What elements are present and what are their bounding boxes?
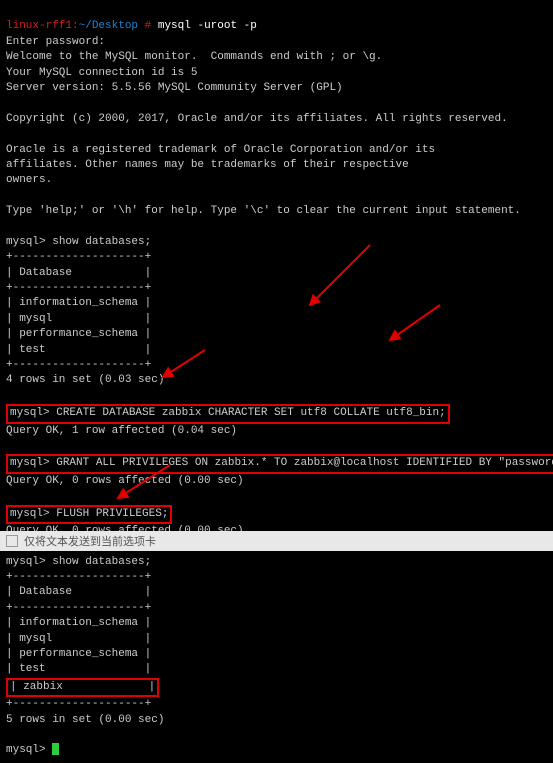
tbl-result: 4 rows in set (0.03 sec) — [6, 374, 164, 386]
mysql-prompt: mysql> — [6, 744, 52, 756]
line-tm2: affiliates. Other names may be trademark… — [6, 159, 409, 171]
line-welcome: Welcome to the MySQL monitor. Commands e… — [6, 51, 382, 63]
highlight-grant: mysql> GRANT ALL PRIVILEGES ON zabbix.* … — [6, 454, 553, 473]
tbl-result: 5 rows in set (0.00 sec) — [6, 714, 164, 726]
line-tm1: Oracle is a registered trademark of Orac… — [6, 144, 435, 156]
res-create: Query OK, 1 row affected (0.04 sec) — [6, 425, 237, 437]
tbl-row-zabbix: | zabbix | — [10, 681, 155, 693]
tbl-border: +--------------------+ — [6, 698, 151, 710]
line-copyright: Copyright (c) 2000, 2017, Oracle and/or … — [6, 113, 508, 125]
checkbox-icon[interactable] — [6, 535, 18, 547]
highlight-create: mysql> CREATE DATABASE zabbix CHARACTER … — [6, 404, 450, 423]
footer-text: 仅将文本发送到当前选项卡 — [24, 533, 156, 549]
cursor[interactable] — [52, 743, 59, 755]
cmd-grant: GRANT ALL PRIVILEGES ON zabbix.* TO zabb… — [56, 457, 553, 469]
mysql-prompt: mysql> — [6, 236, 52, 248]
tbl-border: +--------------------+ — [6, 359, 151, 371]
tbl-row: | mysql | — [6, 633, 151, 645]
res-grant: Query OK, 0 rows affected (0.00 sec) — [6, 475, 244, 487]
tbl-border: +--------------------+ — [6, 571, 151, 583]
line-conn-id: Your MySQL connection id is 5 — [6, 67, 197, 79]
line-server: Server version: 5.5.56 MySQL Community S… — [6, 82, 343, 94]
tbl-row: | test | — [6, 663, 151, 675]
cmd-show2: show databases; — [52, 556, 151, 568]
terminal-output[interactable]: linux-rff1:~/Desktop # mysql -uroot -p E… — [0, 0, 553, 763]
prompt-path: ~/Desktop — [79, 20, 138, 32]
cmd-flush: FLUSH PRIVILEGES; — [56, 508, 168, 520]
tbl-row: | performance_schema | — [6, 648, 151, 660]
cmd-show1: show databases; — [52, 236, 151, 248]
tbl-row: | information_schema | — [6, 297, 151, 309]
login-cmd: mysql -uroot -p — [158, 20, 257, 32]
tbl-header: | Database | — [6, 586, 151, 598]
tbl-row: | information_schema | — [6, 617, 151, 629]
tbl-header: | Database | — [6, 267, 151, 279]
prompt-host: linux-rff1 — [6, 20, 72, 32]
mysql-prompt: mysql> — [6, 556, 52, 568]
highlight-zabbix: | zabbix | — [6, 678, 159, 697]
line-tm3: owners. — [6, 174, 52, 186]
tbl-row: | performance_schema | — [6, 328, 151, 340]
tbl-border: +--------------------+ — [6, 251, 151, 263]
cmd-create: CREATE DATABASE zabbix CHARACTER SET utf… — [56, 407, 445, 419]
highlight-flush: mysql> FLUSH PRIVILEGES; — [6, 505, 172, 524]
line-help: Type 'help;' or '\h' for help. Type '\c'… — [6, 205, 521, 217]
footer-bar: 仅将文本发送到当前选项卡 — [0, 531, 553, 551]
tbl-border: +--------------------+ — [6, 282, 151, 294]
tbl-row: | test | — [6, 344, 151, 356]
line-enter-pw: Enter password: — [6, 36, 105, 48]
tbl-border: +--------------------+ — [6, 602, 151, 614]
tbl-row: | mysql | — [6, 313, 151, 325]
